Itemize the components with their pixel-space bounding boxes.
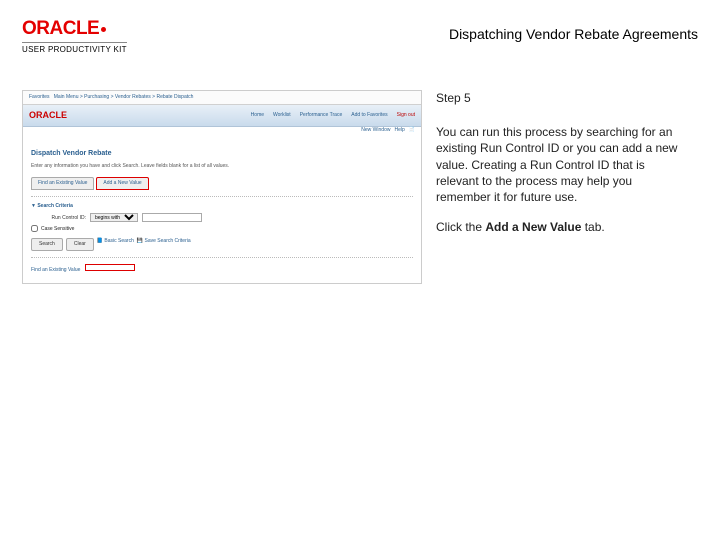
app-screenshot: Favorites Main Menu > Purchasing > Vendo… [22,90,422,284]
nav-worklist[interactable]: Worklist [273,112,291,119]
tab-find-existing[interactable]: Find an Existing Value [31,177,94,190]
nav-sign-out[interactable]: Sign out [397,112,415,119]
search-button[interactable]: Search [31,238,63,251]
app-brand-bar: ORACLE Home Worklist Performance Trace A… [23,105,421,128]
run-control-input[interactable] [142,213,202,222]
instruction-panel: Step 5 You can run this process by searc… [436,90,686,284]
tab-add-new-value[interactable]: Add a New Value [96,177,148,190]
operator-select[interactable]: begins with [90,213,138,222]
crumb-vendor-rebates[interactable]: Vendor Rebates [115,94,151,100]
basic-search-link[interactable]: 📘 Basic Search [97,238,134,251]
nav-home[interactable]: Home [251,112,264,119]
instruction-body: You can run this process by searching fo… [436,124,686,205]
link-new-window[interactable]: New Window [361,127,390,134]
crumb-main-menu[interactable]: Main Menu [54,94,79,100]
oracle-wordmark: ORACLE [22,18,99,40]
instruction-action: Click the Add a New Value tab. [436,219,686,235]
upk-logo: ORACLE USER PRODUCTIVITY KIT [22,18,127,54]
crumb-favorites[interactable]: Favorites [29,94,50,100]
nav-perf-trace[interactable]: Performance Trace [300,112,343,119]
lesson-title: Dispatching Vendor Rebate Agreements [449,18,698,42]
divider [31,196,413,197]
nav-add-favorites[interactable]: Add to Favorites [351,112,387,119]
highlight-box-icon [85,264,135,271]
upk-subtitle: USER PRODUCTIVITY KIT [22,42,127,54]
step-label: Step 5 [436,90,686,106]
crumb-purchasing[interactable]: Purchasing [84,94,109,100]
case-sensitive-label: Case Sensitive [41,226,74,233]
divider [31,257,413,258]
link-help[interactable]: Help [394,127,404,134]
breadcrumb: Favorites Main Menu > Purchasing > Vendo… [23,91,421,105]
personalize-icon[interactable]: 📄 [409,127,415,134]
page-title: Dispatch Vendor Rebate [31,149,413,158]
crumb-rebate-dispatch[interactable]: Rebate Dispatch [156,94,193,100]
page-description: Enter any information you have and click… [31,163,413,170]
logo-dot-icon [101,27,106,32]
page-header: ORACLE USER PRODUCTIVITY KIT Dispatching… [0,0,720,60]
run-control-label: Run Control ID: [31,215,86,222]
clear-button[interactable]: Clear [66,238,94,251]
case-sensitive-checkbox[interactable] [31,225,38,232]
search-criteria-section[interactable]: Search Criteria [31,203,413,210]
app-oracle-logo: ORACLE [29,110,67,122]
footer-find-existing-link[interactable]: Find an Existing Value [31,267,80,273]
save-search-link[interactable]: 💾 Save Search Criteria [137,238,191,251]
